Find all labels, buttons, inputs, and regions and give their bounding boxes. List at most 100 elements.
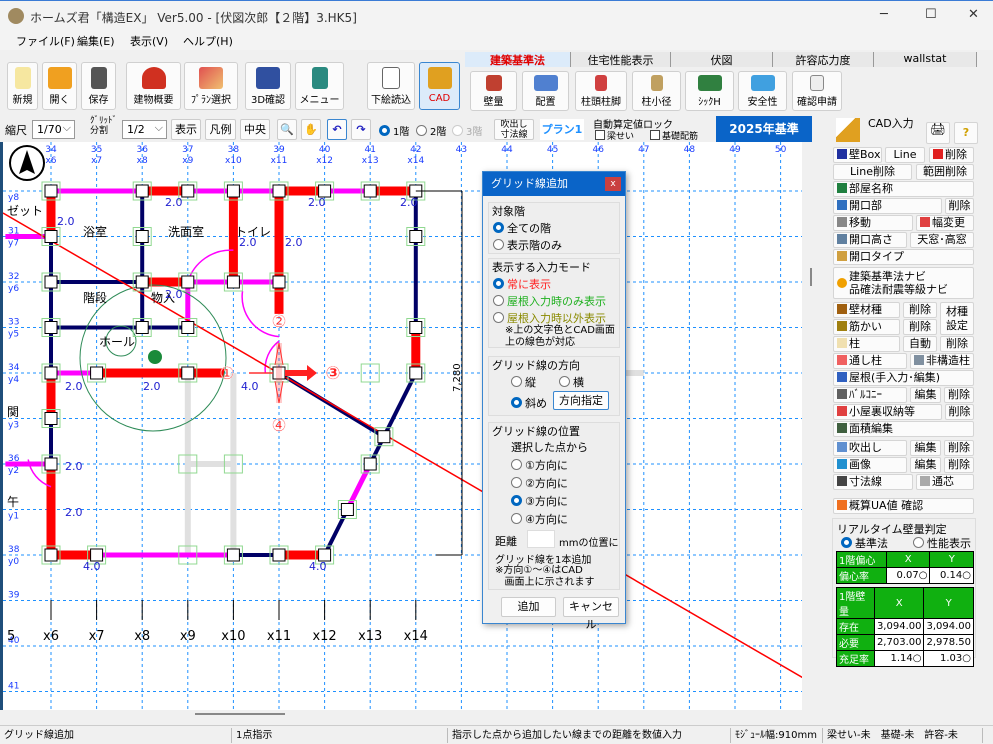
vertical-scrollbar[interactable] (802, 142, 820, 710)
balcony-button[interactable]: ﾊﾞﾙｺﾆｰ (833, 387, 907, 403)
material-setting-button[interactable]: 材種 設定 (940, 302, 974, 335)
wall-material-delete-button[interactable]: 削除 (903, 302, 937, 318)
image-edit-button[interactable]: 編集 (910, 457, 941, 473)
attic-delete-button[interactable]: 削除 (945, 404, 974, 420)
balloon-dimension-button[interactable]: 吹出し 寸法線 (494, 119, 534, 140)
redo-button[interactable]: ↷ (351, 119, 371, 140)
through-column-button[interactable]: 通し柱 (833, 353, 907, 369)
balloon-edit-button[interactable]: 編集 (910, 440, 941, 456)
brace-button[interactable]: 筋かい (833, 319, 900, 335)
scale-select[interactable]: 1/70 (32, 119, 75, 139)
attic-button[interactable]: 小屋裏収納等 (833, 404, 942, 420)
tab-wallstat[interactable]: wallstat (874, 52, 977, 67)
open-button[interactable]: 開く (42, 62, 77, 110)
balcony-delete-button[interactable]: 削除 (944, 387, 974, 403)
width-change-button[interactable]: 幅変更 (916, 215, 974, 231)
horizontal-scrollbar[interactable] (0, 710, 802, 724)
balcony-edit-button[interactable]: 編集 (910, 387, 941, 403)
wall-amount-button[interactable]: 壁量 (470, 71, 517, 111)
performance-radio[interactable]: 性能表示 (913, 535, 971, 551)
range-delete-button[interactable]: 範囲削除 (916, 164, 974, 180)
zoom-button[interactable]: 🔍 (277, 119, 297, 140)
help-button[interactable]: ? (954, 122, 978, 144)
tab-framing[interactable]: 伏図 (671, 52, 773, 67)
standard-law-radio[interactable]: 基準法 (841, 535, 888, 551)
column-button[interactable]: 柱 (833, 336, 900, 352)
specify-direction-button[interactable]: 方向指定 (553, 391, 609, 410)
center-button[interactable]: 中央 (240, 119, 270, 140)
cancel-button[interactable]: キャンセル (563, 597, 619, 631)
floor-1-radio[interactable]: 1階 (379, 123, 409, 138)
maximize-button[interactable]: ☐ (925, 7, 937, 22)
foundation-checkbox[interactable]: 基礎配筋 (650, 129, 698, 142)
3d-check-button[interactable]: 3D確認 (245, 62, 291, 110)
tab-allowable-stress[interactable]: 許容応力度 (773, 52, 874, 67)
menu-edit[interactable]: 編集(E) (77, 33, 115, 49)
center-line-button[interactable]: 通芯 (916, 474, 974, 490)
delete-button[interactable]: 削除 (929, 147, 974, 163)
opening-type-button[interactable]: 開口タイプ (833, 249, 974, 265)
column-auto-button[interactable]: 自動 (903, 336, 937, 352)
opening-delete-button[interactable]: 削除 (945, 198, 974, 214)
tab-housing-performance[interactable]: 住宅性能表示 (571, 52, 671, 67)
confirmation-application-button[interactable]: 確認申請 (792, 71, 842, 111)
print-button[interactable]: 🖨 (926, 122, 950, 144)
building-overview-button[interactable]: 建物概要 (126, 62, 181, 110)
menu-view[interactable]: 表示(V) (130, 33, 168, 49)
all-floors-radio[interactable]: 全ての階 (493, 220, 551, 236)
move-button[interactable]: 移動 (833, 215, 913, 231)
opening-button[interactable]: 開口部 (833, 198, 942, 214)
line-delete-button[interactable]: Line削除 (833, 164, 912, 180)
ua-value-button[interactable]: 概算UA値 確認 (833, 498, 974, 514)
image-delete-button[interactable]: 削除 (944, 457, 974, 473)
wall-material-button[interactable]: 壁材種 (833, 302, 900, 318)
legend-button[interactable]: 凡例 (205, 119, 236, 140)
underlay-import-button[interactable]: 下絵読込 (367, 62, 415, 110)
area-edit-button[interactable]: 面積編集 (833, 421, 974, 437)
brace-delete-button[interactable]: 削除 (903, 319, 937, 335)
layout-button[interactable]: 配置 (522, 71, 569, 111)
navi-button[interactable]: 建築基準法ナビ 品確法耐震等級ナビ (833, 267, 974, 299)
displayed-floor-only-radio[interactable]: 表示階のみ (493, 237, 562, 253)
line-button[interactable]: Line (885, 147, 925, 163)
column-delete-button[interactable]: 削除 (940, 336, 974, 352)
except-roof-input-radio[interactable]: 屋根入力時以外表示 (493, 310, 606, 326)
horizontal-radio[interactable]: 横 (559, 374, 584, 390)
always-show-radio[interactable]: 常に表示 (493, 276, 551, 292)
undo-button[interactable]: ↶ (327, 119, 347, 140)
safety-button[interactable]: 安全性 (738, 71, 787, 111)
direction-3-radio[interactable]: ③方向に (511, 493, 568, 509)
direction-1-radio[interactable]: ①方向に (511, 457, 568, 473)
menu-file[interactable]: ファイル(F) (16, 33, 75, 49)
tab-building-standard[interactable]: 建築基準法 (465, 52, 571, 67)
floor-plan-drawing[interactable]: 34 35 36 37 38 39 40 41 42 43 44 45 46 47 48 49 50 x6 x7 x8… (3, 142, 802, 710)
sick-house-button[interactable]: ｼｯｸH (685, 71, 734, 111)
direction-2-radio[interactable]: ②方向に (511, 475, 568, 491)
close-button[interactable]: ✕ (968, 7, 979, 22)
plan-select-button[interactable]: ﾌﾟﾗﾝ選択 (184, 62, 238, 110)
save-button[interactable]: 保存 (81, 62, 116, 110)
menu-button[interactable]: メニュー (295, 62, 344, 110)
pan-button[interactable]: ✋ (301, 119, 321, 140)
add-button[interactable]: 追加 (501, 597, 556, 617)
dialog-close-button[interactable]: x (605, 177, 621, 191)
balloon-delete-button[interactable]: 削除 (944, 440, 974, 456)
beam-checkbox[interactable]: 梁せい (595, 129, 634, 142)
column-joint-button[interactable]: 柱頭柱脚 (575, 71, 627, 111)
skylight-button[interactable]: 天窓･高窓 (910, 232, 974, 248)
wall-box-button[interactable]: 壁Box (833, 147, 882, 163)
opening-height-button[interactable]: 開口高さ (833, 232, 907, 248)
vertical-radio[interactable]: 縦 (511, 374, 536, 390)
distance-input[interactable] (527, 530, 555, 548)
cad-button[interactable]: CAD (419, 62, 460, 110)
horizontal-scroll-thumb[interactable] (195, 713, 285, 715)
roof-input-only-radio[interactable]: 屋根入力時のみ表示 (493, 293, 606, 309)
diagonal-radio[interactable]: 斜め (511, 395, 547, 411)
menu-help[interactable]: ヘルプ(H) (183, 33, 233, 49)
column-diameter-button[interactable]: 柱小径 (632, 71, 681, 111)
nonstructural-column-button[interactable]: 非構造柱 (910, 353, 974, 369)
floor-2-radio[interactable]: 2階 (416, 123, 446, 138)
direction-4-radio[interactable]: ④方向に (511, 511, 568, 527)
room-name-button[interactable]: 部屋名称 (833, 181, 974, 197)
balloon-button[interactable]: 吹出し (833, 440, 907, 456)
